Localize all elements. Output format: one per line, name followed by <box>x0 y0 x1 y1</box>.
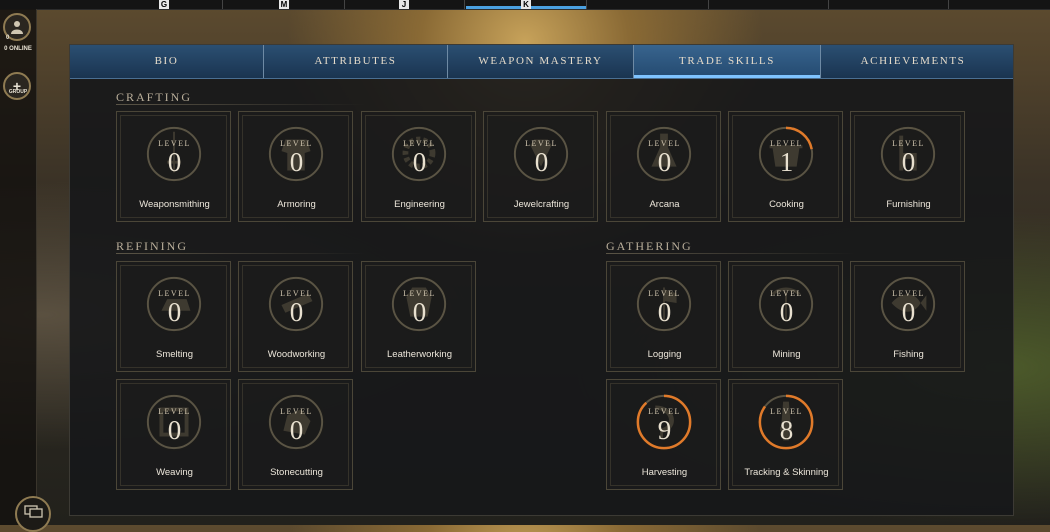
skill-level: 0 <box>901 297 916 327</box>
skill-card-armoring[interactable]: LEVEL 0 Armoring <box>238 111 353 222</box>
chat-icon <box>24 505 43 518</box>
skill-name: Leatherworking <box>387 349 452 360</box>
skill-name: Harvesting <box>641 467 688 478</box>
skill-card-arcana[interactable]: LEVEL 0 Arcana <box>606 111 721 222</box>
skill-card-logging[interactable]: LEVEL 0 Logging <box>606 261 721 372</box>
keybind-bar: G M J K <box>0 0 1050 10</box>
skill-level: 0 <box>289 297 304 327</box>
section-title-refining: REFINING <box>116 239 188 253</box>
skill-name: Fishing <box>893 349 924 360</box>
keybar-divider <box>948 0 949 9</box>
skill-level: 0 <box>289 147 304 177</box>
skill-name: Furnishing <box>886 199 931 210</box>
skill-card-stonecutting[interactable]: LEVEL 0 Stonecutting <box>238 379 353 490</box>
skill-name: Armoring <box>277 199 316 210</box>
skill-card-harvesting[interactable]: LEVEL 9 Harvesting <box>606 379 721 490</box>
skill-card-engineering[interactable]: LEVEL 0 Engineering <box>361 111 476 222</box>
section-title-gathering: GATHERING <box>606 239 693 253</box>
skill-name: Logging <box>647 349 682 360</box>
friends-icon <box>11 21 23 34</box>
keycap-j[interactable]: J <box>399 0 409 9</box>
trade-skills-panel: BIO ATTRIBUTES WEAPON MASTERY TRADE SKIL… <box>69 44 1014 516</box>
skill-name: Woodworking <box>267 349 326 360</box>
skill-level: 0 <box>779 297 794 327</box>
keycap-g[interactable]: G <box>159 0 169 9</box>
skill-level: 0 <box>167 147 182 177</box>
skill-name: Weaponsmithing <box>139 199 210 210</box>
group-button[interactable]: + <box>3 72 31 100</box>
skill-name: Cooking <box>769 199 804 210</box>
skill-name: Tracking & Skinning <box>744 467 829 478</box>
skill-level: 1 <box>779 147 794 177</box>
social-sidebar: 0 0 ONLINE + GROUP <box>0 9 37 525</box>
online-label: 0 ONLINE <box>4 46 32 52</box>
skill-card-weaponsmithing[interactable]: LEVEL 0 Weaponsmithing <box>116 111 231 222</box>
keycap-k[interactable]: K <box>521 0 531 9</box>
skill-name: Weaving <box>156 467 193 478</box>
tab-achievements[interactable]: ACHIEVEMENTS <box>821 45 1005 78</box>
tab-weapon-mastery[interactable]: WEAPON MASTERY <box>448 45 634 78</box>
skill-level: 0 <box>167 297 182 327</box>
online-count: 0 <box>6 35 10 41</box>
skill-level: 8 <box>779 415 794 445</box>
section-divider <box>116 104 366 105</box>
skill-card-jewelcrafting[interactable]: LEVEL 0 Jewelcrafting <box>483 111 598 222</box>
skill-name: Engineering <box>394 199 445 210</box>
skill-card-cooking[interactable]: LEVEL 1 Cooking <box>728 111 843 222</box>
skill-card-fishing[interactable]: LEVEL 0 Fishing <box>850 261 965 372</box>
character-tabs: BIO ATTRIBUTES WEAPON MASTERY TRADE SKIL… <box>70 45 1013 79</box>
section-divider <box>116 253 366 254</box>
group-label: GROUP <box>8 89 28 95</box>
skill-card-weaving[interactable]: LEVEL 0 Weaving <box>116 379 231 490</box>
skill-card-mining[interactable]: LEVEL 0 Mining <box>728 261 843 372</box>
keybar-divider <box>586 0 587 9</box>
skill-level: 0 <box>901 147 916 177</box>
chat-button[interactable] <box>15 496 51 532</box>
keycap-m[interactable]: M <box>279 0 289 9</box>
skill-card-furnishing[interactable]: LEVEL 0 Furnishing <box>850 111 965 222</box>
skill-level: 0 <box>657 297 672 327</box>
skill-card-smelting[interactable]: LEVEL 0 Smelting <box>116 261 231 372</box>
keybar-divider <box>464 0 465 9</box>
tab-bio[interactable]: BIO <box>70 45 264 78</box>
tab-attributes[interactable]: ATTRIBUTES <box>264 45 448 78</box>
skill-level: 0 <box>657 147 672 177</box>
keybar-divider <box>344 0 345 9</box>
skill-level: 0 <box>412 297 427 327</box>
skill-name: Stonecutting <box>270 467 323 478</box>
skill-name: Mining <box>772 349 801 360</box>
skill-level: 0 <box>289 415 304 445</box>
skill-level: 9 <box>657 415 672 445</box>
keybar-divider <box>828 0 829 9</box>
skill-level: 0 <box>412 147 427 177</box>
keybar-divider <box>222 0 223 9</box>
skill-card-woodworking[interactable]: LEVEL 0 Woodworking <box>238 261 353 372</box>
skill-name: Arcana <box>649 199 680 210</box>
skill-level: 0 <box>534 147 549 177</box>
skill-card-tracking-and-skinning[interactable]: LEVEL 8 Tracking & Skinning <box>728 379 843 490</box>
skill-name: Jewelcrafting <box>513 199 570 210</box>
section-title-crafting: CRAFTING <box>116 90 193 104</box>
skill-name: Smelting <box>156 349 193 360</box>
tab-trade-skills[interactable]: TRADE SKILLS <box>634 45 821 78</box>
skill-card-leatherworking[interactable]: LEVEL 0 Leatherworking <box>361 261 476 372</box>
section-divider <box>606 253 856 254</box>
keybar-divider <box>708 0 709 9</box>
skill-level: 0 <box>167 415 182 445</box>
